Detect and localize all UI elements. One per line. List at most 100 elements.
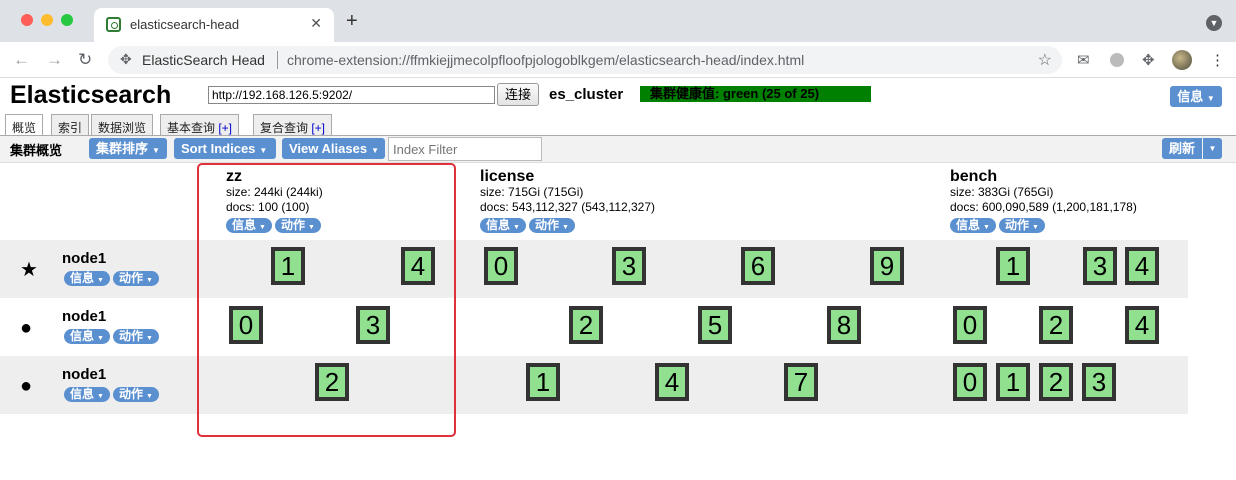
shard[interactable]: 2 [1039,363,1073,401]
tab-close-icon[interactable]: ✕ [310,15,322,32]
node-info-button[interactable]: 信息 ▼ [64,271,110,286]
node-buttons: 信息 ▼ 动作 ▼ [64,329,162,347]
forward-icon[interactable]: → [46,50,63,70]
index-buttons: 信息 ▼ 动作 ▼ [950,218,1137,234]
node-action-button[interactable]: 动作 ▼ [112,329,159,344]
refresh-button[interactable]: 刷新 [1162,138,1202,159]
shard[interactable]: 0 [484,247,518,285]
extension-shield-icon[interactable] [1110,53,1124,67]
tab-basic-query[interactable]: 基本查询 [+] [160,114,240,136]
node-info-button[interactable]: 信息 ▼ [64,329,110,344]
shard[interactable]: 3 [1082,363,1116,401]
button-label: 信息 [70,329,95,343]
puzzle-icon: ✥ [120,51,132,67]
shard[interactable]: 9 [870,247,904,285]
view-aliases-button[interactable]: View Aliases ▼ [282,138,385,159]
index-docs: docs: 543,112,327 (543,112,327) [480,200,656,214]
shard[interactable]: 1 [526,363,560,401]
index-name: bench [950,168,998,185]
tab-browser[interactable]: 数据浏览 [91,114,154,136]
extensions-puzzle-icon[interactable]: ✥ [1142,51,1155,69]
node-circle-icon: ● [20,317,33,339]
tab-plus: [+] [311,121,326,135]
chevron-down-icon: ▼ [145,277,153,284]
tab-label: 复合查询 [260,121,312,135]
tab-indices[interactable]: 索引 [51,114,90,136]
sort-indices-button[interactable]: Sort Indices ▼ [174,138,276,159]
chevron-down-icon: ▼ [513,224,520,231]
browser-toolbar: ← → ↻ ✥ ElasticSearch Head chrome-extens… [0,42,1236,78]
browser-tab[interactable]: elasticsearch-head ✕ [94,8,334,42]
tab-compound-query[interactable]: 复合查询 [+] [253,114,333,136]
back-icon[interactable]: ← [13,50,30,70]
chevron-down-icon: ▼ [1031,224,1039,231]
tab-plus: [+] [218,121,233,135]
tab-search-icon[interactable]: ▼ [1206,15,1222,31]
index-action-button[interactable]: 动作 ▼ [998,218,1045,233]
index-header-license: license size: 715Gi (715Gi) docs: 543,11… [480,168,655,234]
connect-url-input[interactable] [208,86,495,104]
new-tab-button[interactable]: + [346,10,358,33]
info-menu-button[interactable]: 信息 ▼ [1170,86,1222,107]
connect-button[interactable]: 连接 [497,83,539,106]
node-name: node1 [62,250,107,267]
chevron-down-icon: ▼ [259,146,268,155]
minimize-window-button[interactable] [41,14,53,26]
sort-cluster-button[interactable]: 集群排序 ▼ [89,138,167,159]
button-label: 动作 [534,218,559,232]
button-label: 动作 [1004,218,1029,232]
shard[interactable]: 7 [784,363,818,401]
node-circle-icon: ● [20,375,33,397]
tab-label: 数据浏览 [98,121,147,135]
mail-extension-icon[interactable]: ✉ [1077,51,1090,69]
node-info-button[interactable]: 信息 ▼ [64,387,110,402]
profile-avatar[interactable] [1172,50,1192,70]
index-info-button[interactable]: 信息 ▼ [480,218,526,233]
index-size: size: 383Gi (765Gi) [950,185,1054,199]
address-bar[interactable]: ✥ ElasticSearch Head chrome-extension://… [108,46,1062,74]
shard[interactable]: 1 [996,363,1030,401]
shard[interactable]: 4 [1125,247,1159,285]
chevron-down-icon: ▼ [145,393,153,400]
tab-overview[interactable]: 概览 [5,114,44,137]
shard[interactable]: 3 [612,247,646,285]
cluster-health-badge: 集群健康值: green (25 of 25) [640,86,871,102]
shard[interactable]: 4 [1125,306,1159,344]
close-window-button[interactable] [21,14,33,26]
node-action-button[interactable]: 动作 ▼ [112,271,159,286]
node-action-button[interactable]: 动作 ▼ [112,387,159,402]
refresh-options-button[interactable]: ▼ [1203,138,1222,159]
reload-icon[interactable]: ↻ [78,50,92,70]
node-row: ★ node1 信息 ▼ 动作 ▼ 1 4 0 3 6 9 1 3 4 [0,240,1188,298]
shard[interactable]: 3 [1083,247,1117,285]
index-info-button[interactable]: 信息 ▼ [950,218,996,233]
shard[interactable]: 2 [569,306,603,344]
address-url[interactable]: chrome-extension://ffmkiejjmecolpfloofpj… [287,52,804,68]
shard[interactable]: 2 [1039,306,1073,344]
tab-label: 概览 [12,121,37,135]
button-label: 信息 [486,218,511,232]
elasticsearch-head-favicon-icon [106,17,121,32]
shard[interactable]: 0 [953,363,987,401]
tab-title: elasticsearch-head [130,17,240,32]
shard[interactable]: 8 [827,306,861,344]
browser-menu-icon[interactable]: ⋮ [1210,51,1225,69]
maximize-window-button[interactable] [61,14,73,26]
chevron-down-icon: ▼ [97,393,104,400]
button-label: 动作 [118,271,143,285]
index-action-button[interactable]: 动作 ▼ [528,218,575,233]
bookmark-star-icon[interactable]: ☆ [1038,50,1052,70]
button-label: View Aliases [289,141,368,156]
shard[interactable]: 1 [996,247,1030,285]
shard[interactable]: 0 [953,306,987,344]
button-label: 动作 [118,329,143,343]
chevron-down-icon: ▼ [371,146,379,155]
shard[interactable]: 4 [655,363,689,401]
node-name: node1 [62,366,107,383]
index-filter-input[interactable] [388,137,542,161]
highlight-box [197,163,456,437]
shard[interactable]: 6 [741,247,775,285]
node-buttons: 信息 ▼ 动作 ▼ [64,271,162,289]
cluster-overview-title: 集群概览 [10,143,63,158]
shard[interactable]: 5 [698,306,732,344]
